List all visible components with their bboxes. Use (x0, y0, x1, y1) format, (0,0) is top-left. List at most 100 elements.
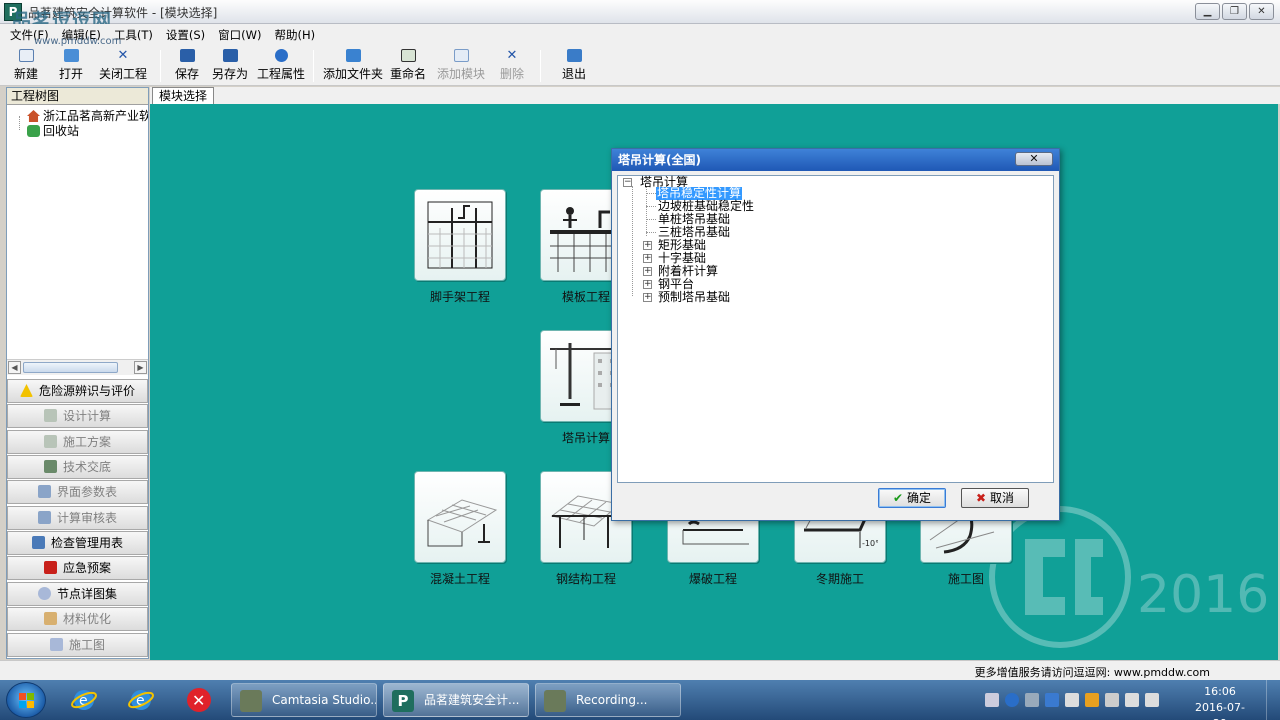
scroll-thumb[interactable] (23, 362, 118, 373)
side-check-forms[interactable]: 检查管理用表 (7, 531, 148, 555)
new-button[interactable]: 新建 (14, 49, 38, 82)
info-icon (274, 49, 288, 62)
expand-precast-icon[interactable]: + (643, 293, 652, 302)
side-construction-drawing[interactable]: 施工图 (7, 633, 148, 657)
volume-icon[interactable] (1145, 693, 1159, 707)
restore-button[interactable]: ❐ (1222, 3, 1247, 20)
material-icon (43, 612, 57, 625)
tree-item-project[interactable]: 浙江品茗高新产业软件 (7, 109, 148, 124)
delete-button[interactable]: ✕ 删除 (500, 49, 524, 82)
tech-icon (43, 460, 57, 473)
menu-bar: 文件(F) 编辑(E) 工具(T) 设置(S) 窗口(W) 帮助(H) (0, 24, 1280, 46)
system-tray (985, 688, 1159, 712)
expand-attach-icon[interactable]: + (643, 267, 652, 276)
status-message: 更多增值服务请访问逗逗网: www.pmddw.com (974, 666, 1210, 679)
temperature-label: -10°C (862, 539, 878, 548)
concrete-icon (426, 499, 498, 547)
menu-help[interactable]: 帮助(H) (274, 27, 315, 43)
tab-module-select[interactable]: 模块选择 (152, 87, 215, 104)
task-pinming-software[interactable]: P 品茗建筑安全计... (383, 683, 529, 717)
pinming-app-icon: P (392, 690, 414, 712)
task-camtasia[interactable]: Camtasia Studio... (231, 683, 377, 717)
close-x-icon: ✕ (117, 48, 129, 63)
help-icon[interactable] (1005, 693, 1019, 707)
project-tree-header: 工程树图 (7, 88, 148, 105)
review-icon (37, 511, 51, 524)
tab-strip: 模块选择 (150, 87, 1280, 104)
usb-icon[interactable] (1105, 693, 1119, 707)
scroll-left-arrow-icon[interactable]: ◀ (8, 361, 21, 374)
svg-text:✕: ✕ (192, 691, 205, 710)
module-scaffold[interactable]: 脚手架工程 (414, 189, 506, 305)
house-icon (27, 110, 40, 122)
save-button[interactable]: 保存 (175, 49, 199, 82)
tool-icon[interactable] (1085, 693, 1099, 707)
add-module-button[interactable]: 添加模块 (437, 49, 485, 82)
clock[interactable]: 16:06 2016-07-29 (1190, 684, 1250, 720)
windows-logo-icon (19, 693, 35, 709)
show-hidden-icon[interactable] (1025, 693, 1039, 707)
shield-icon[interactable] (1045, 693, 1059, 707)
side-hazard-identification[interactable]: 危险源辨识与评价 (7, 379, 148, 403)
cancel-x-icon: ✖ (976, 491, 987, 505)
module-concrete[interactable]: 混凝土工程 (414, 471, 506, 587)
expand-steel-platform-icon[interactable]: + (643, 280, 652, 289)
show-desktop-button[interactable] (1266, 680, 1280, 720)
table-icon (37, 485, 51, 498)
project-properties-button[interactable]: 工程属性 (257, 49, 305, 82)
tree-item-recycle[interactable]: 回收站 (7, 124, 148, 139)
ie-pinned-button[interactable]: e (60, 683, 108, 717)
side-construction-plan[interactable]: 施工方案 (7, 430, 148, 454)
checkmark-icon: ✔ (893, 491, 904, 505)
add-folder-button[interactable]: 添加文件夹 (323, 49, 383, 82)
task-recording[interactable]: Recording... (535, 683, 681, 717)
status-bar: 更多增值服务请访问逗逗网: www.pmddw.com (0, 660, 1280, 680)
scroll-right-arrow-icon[interactable]: ▶ (134, 361, 147, 374)
scaffold-icon (427, 201, 493, 269)
add-folder-icon (345, 49, 361, 62)
title-bar: P 品茗建筑安全计算软件 - [模块选择] 品茗逗逗网 ▁ ❐ ✕ (0, 0, 1280, 32)
tree-hscrollbar[interactable]: ◀ ▶ (7, 359, 148, 375)
keyboard-icon[interactable] (985, 693, 999, 707)
exit-button[interactable]: 退出 (562, 49, 586, 82)
open-button[interactable]: 打开 (59, 49, 83, 82)
close-button[interactable]: ✕ (1249, 3, 1274, 20)
toolbar: 新建 打开 ✕ 关闭工程 保存 另存为 工程属性 添加文件夹 重命名 添加模块 … (0, 46, 1280, 86)
side-material-optimization[interactable]: 材料优化 (7, 607, 148, 631)
exit-icon (566, 49, 582, 62)
internet-explorer-icon: e (71, 690, 97, 710)
ok-button[interactable]: ✔ 确定 (878, 488, 946, 508)
network-icon[interactable] (1125, 693, 1139, 707)
side-calc-review[interactable]: 计算审核表 (7, 506, 148, 530)
expand-cross-icon[interactable]: + (643, 254, 652, 263)
side-emergency-plan[interactable]: 应急预案 (7, 556, 148, 580)
tower-crane-dialog: 塔吊计算(全国) ✕ − 塔吊计算 塔吊稳定性计算 边坡桩基础稳定性 单桩塔吊基… (611, 148, 1060, 521)
side-tech-disclosure[interactable]: 技术交底 (7, 455, 148, 479)
close-project-button[interactable]: ✕ 关闭工程 (99, 49, 147, 82)
display-icon[interactable] (1065, 693, 1079, 707)
save-as-icon (222, 49, 238, 62)
expand-rect-icon[interactable]: + (643, 241, 652, 250)
save-as-button[interactable]: 另存为 (212, 49, 248, 82)
side-node-details[interactable]: 节点详图集 (7, 582, 148, 606)
start-button[interactable] (6, 682, 46, 718)
cancel-button[interactable]: ✖ 取消 (961, 488, 1029, 508)
xmind-pinned-button[interactable]: ✕ (175, 683, 223, 717)
tree-item-precast-foundation[interactable]: 预制塔吊基础 (658, 291, 730, 304)
rename-button[interactable]: 重命名 (390, 49, 426, 82)
collapse-root-icon[interactable]: − (623, 178, 632, 187)
detail-icon (37, 587, 51, 600)
recording-icon (544, 690, 566, 712)
minimize-button[interactable]: ▁ (1195, 3, 1220, 20)
dialog-tree: − 塔吊计算 塔吊稳定性计算 边坡桩基础稳定性 单桩塔吊基础 三桩塔吊基础 + … (617, 175, 1054, 483)
side-design-calc[interactable]: 设计计算 (7, 404, 148, 428)
menu-settings[interactable]: 设置(S) (166, 27, 205, 43)
menu-window[interactable]: 窗口(W) (218, 27, 261, 43)
csc-watermark: 2016 (985, 499, 1275, 659)
side-param-table[interactable]: 界面参数表 (7, 480, 148, 504)
dialog-close-button[interactable]: ✕ (1015, 152, 1053, 166)
save-icon (179, 49, 195, 62)
plan-icon (43, 435, 57, 448)
ie-pinned-button-2[interactable]: e (117, 683, 165, 717)
project-tree-panel: 工程树图 浙江品茗高新产业软件 回收站 ◀ ▶ 危险源辨识与评价 设计计算 施工… (6, 87, 149, 659)
